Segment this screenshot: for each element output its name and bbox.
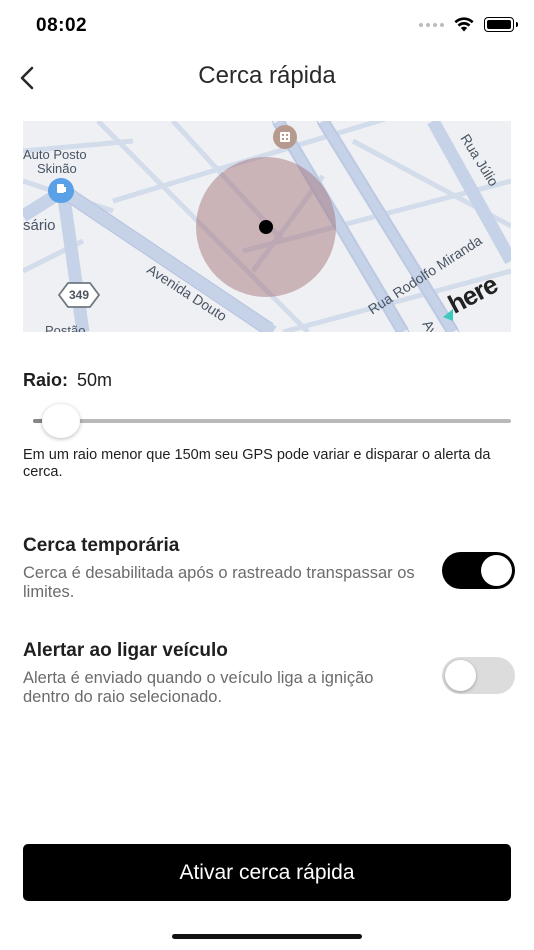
map-label-street-left: sário [23,217,56,234]
toggle-knob [445,660,476,691]
building-icon[interactable] [273,125,297,149]
status-icons [419,17,518,32]
page-title: Cerca rápida [198,62,336,89]
map-label-poi-name: Skinão [37,161,77,176]
setting-ignition-alert: Alertar ao ligar veículo Alerta é enviad… [23,640,515,707]
nav-bar: Cerca rápida [0,54,534,100]
wifi-icon [454,17,474,32]
radius-slider[interactable] [23,404,511,438]
setting-description: Cerca é desabilitada após o rastreado tr… [23,564,415,601]
map-roads [23,121,511,332]
radius-row: Raio: 50m [23,370,112,391]
battery-icon [484,17,518,32]
toggle-knob [481,555,512,586]
fuel-station-icon[interactable] [48,178,74,203]
ignition-alert-toggle[interactable] [442,657,515,694]
map-label-street-bottom-left: Postão [45,323,86,332]
radius-value: 50m [77,370,113,390]
home-indicator [172,934,362,939]
setting-temporary-fence: Cerca temporária Cerca é desabilitada ap… [23,535,515,602]
map-view[interactable]: Auto Posto Skinão sário 349 Postão Aveni… [23,121,511,332]
signal-dots-icon [419,22,444,27]
map-label-poi: Auto Posto [23,147,87,162]
radius-hint: Em um raio menor que 150m seu GPS pode v… [23,447,491,480]
setting-title: Alertar ao ligar veículo [23,640,228,661]
radius-label: Raio: [23,370,68,390]
status-time: 08:02 [36,15,88,36]
map-label-route-number: 349 [69,288,90,302]
slider-track[interactable] [33,419,511,423]
status-bar: 08:02 [0,0,534,54]
activate-fence-button[interactable]: Ativar cerca rápida [23,844,511,901]
vehicle-position-dot [259,220,273,234]
setting-title: Cerca temporária [23,535,180,556]
slider-thumb[interactable] [41,404,80,438]
temporary-fence-toggle[interactable] [442,552,515,589]
setting-description: Alerta é enviado quando o veículo liga a… [23,669,374,706]
